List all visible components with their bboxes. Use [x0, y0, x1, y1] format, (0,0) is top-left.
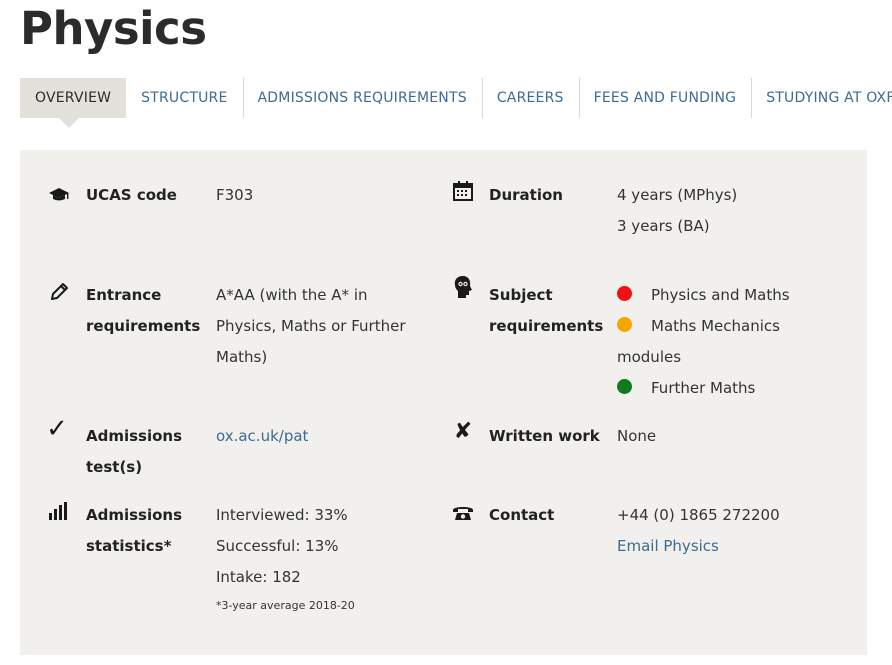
- subject-requirements-list: Physics and Maths Maths Mechanics module…: [617, 280, 807, 404]
- graduation-cap-icon: [48, 184, 70, 206]
- admissions-test-label: Admissions test(s): [86, 427, 183, 476]
- list-item: Further Maths: [617, 373, 807, 404]
- entrance-requirements-value: A*AA (with the A* in Physics, Maths or F…: [216, 286, 406, 366]
- admissions-test-link[interactable]: ox.ac.uk/pat: [216, 427, 308, 445]
- checkmark-icon: ✓: [46, 414, 68, 444]
- successful-stat: Successful: 13%: [216, 537, 339, 555]
- duration-ba: 3 years (BA): [617, 217, 710, 235]
- ucas-code-label: UCAS code: [86, 186, 177, 204]
- page-title: Physics: [20, 2, 207, 55]
- duration-value: 4 years (MPhys) 3 years (BA): [617, 180, 737, 242]
- email-physics-link[interactable]: Email Physics: [617, 537, 719, 555]
- list-item: Maths Mechanics modules: [617, 317, 780, 366]
- tab-overview[interactable]: OVERVIEW: [20, 78, 127, 128]
- signal-bars-icon: [48, 500, 70, 522]
- tab-fees-and-funding[interactable]: FEES AND FUNDING: [578, 78, 752, 118]
- section-tabs: OVERVIEW STRUCTURE ADMISSIONS REQUIREMEN…: [20, 78, 892, 128]
- contact-value: +44 (0) 1865 272200 Email Physics: [617, 500, 780, 562]
- tab-careers[interactable]: CAREERS: [481, 78, 579, 118]
- admissions-statistics-value: Interviewed: 33% Successful: 13% Intake:…: [216, 500, 355, 615]
- intake-stat: Intake: 182: [216, 568, 301, 586]
- entrance-requirements-label: Entrance requirements: [86, 286, 201, 335]
- telephone-icon: [452, 502, 474, 524]
- recommended-dot-icon: [617, 317, 632, 332]
- pencil-icon: [48, 281, 70, 303]
- list-item: Physics and Maths: [617, 280, 807, 311]
- written-work-label: Written work: [489, 427, 600, 445]
- tab-studying-at-oxford[interactable]: STUDYING AT OXFORD: [751, 78, 892, 118]
- contact-label: Contact: [489, 506, 555, 524]
- essential-dot-icon: [617, 286, 632, 301]
- cross-icon: ✘: [453, 418, 473, 444]
- tab-admissions-requirements[interactable]: ADMISSIONS REQUIREMENTS: [242, 78, 482, 118]
- interviewed-stat: Interviewed: 33%: [216, 506, 348, 524]
- duration-label: Duration: [489, 186, 563, 204]
- tab-structure[interactable]: STRUCTURE: [126, 78, 242, 118]
- duration-mphys: 4 years (MPhys): [617, 186, 738, 204]
- calendar-icon: [452, 180, 474, 202]
- contact-phone: +44 (0) 1865 272200: [617, 506, 780, 524]
- admissions-statistics-label: Admissions statistics*: [86, 506, 183, 555]
- subject-requirements-label: Subject requirements: [489, 286, 604, 335]
- helpful-dot-icon: [617, 379, 632, 394]
- course-overview-panel: UCAS code F303 Duration 4 years (MPhys) …: [20, 150, 867, 655]
- written-work-value: None: [617, 427, 657, 445]
- statistics-footnote: *3-year average 2018-20: [216, 599, 355, 612]
- head-icon: [452, 276, 474, 298]
- ucas-code-value: F303: [216, 186, 254, 204]
